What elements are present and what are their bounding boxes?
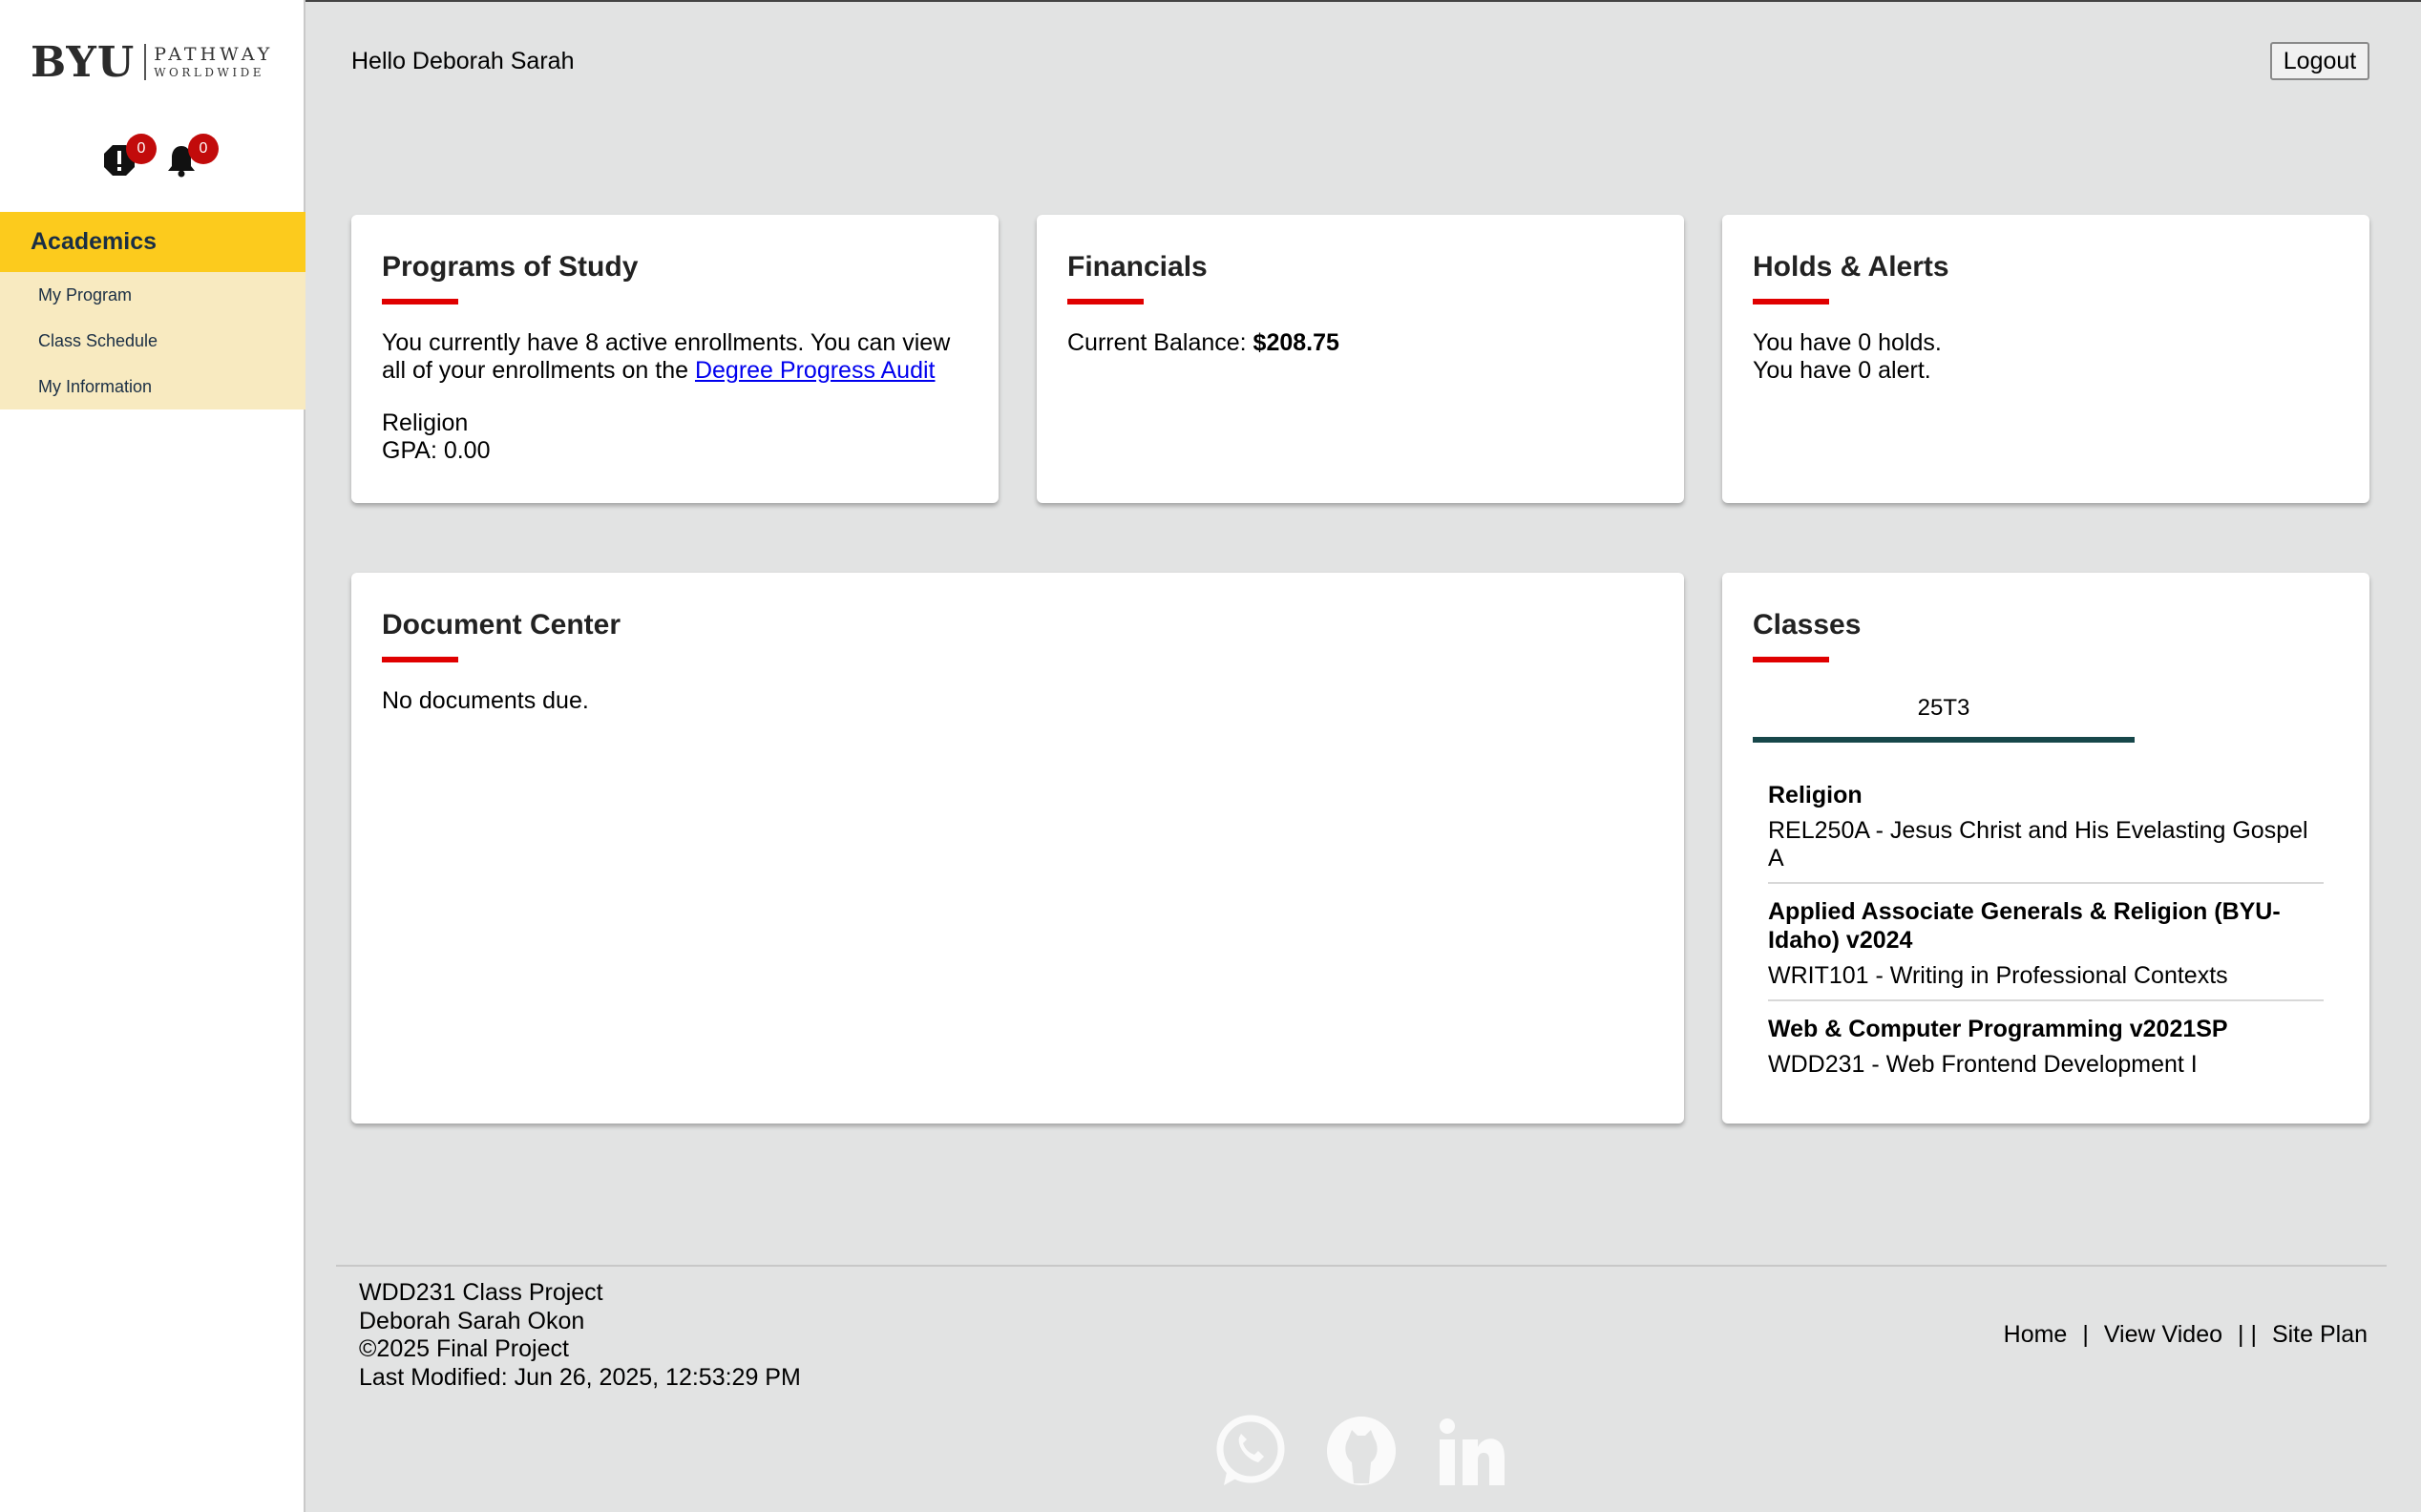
class-course: WDD231 - Web Frontend Development I <box>1768 1051 2198 1078</box>
nav-section-academics[interactable]: Academics <box>0 212 305 272</box>
academics-nav: My Program Class Schedule My Information <box>0 272 305 410</box>
footer-divider <box>336 1265 2387 1267</box>
github-icon[interactable] <box>1323 1413 1400 1494</box>
byu-pathway-logo[interactable]: BYU PATHWAY WORLDWIDE <box>31 37 279 87</box>
logo-separator <box>144 44 147 80</box>
logout-button[interactable]: Logout <box>2270 42 2369 80</box>
footer-nav: Home | View Video | | Site Plan <box>2004 1321 2368 1349</box>
balance-value: $208.75 <box>1253 329 1339 356</box>
term-tab[interactable]: 25T3 <box>1753 687 2135 743</box>
footer-link-view-video[interactable]: View Video <box>2104 1321 2222 1349</box>
title-underline <box>382 299 458 304</box>
footer-last-modified: Last Modified: Jun 26, 2025, 12:53:29 PM <box>359 1363 801 1391</box>
class-program: Religion <box>1768 782 1863 808</box>
documents-title: Document Center <box>382 609 621 640</box>
holds-count-badge: 0 <box>126 134 157 164</box>
holds-title: Holds & Alerts <box>1753 251 1949 283</box>
classes-title: Classes <box>1753 609 1862 640</box>
footer-separator: | <box>2082 1321 2089 1348</box>
class-item: Religion REL250A - Jesus Christ and His … <box>1768 781 2324 884</box>
class-item: Web & Computer Programming v2021SP WDD23… <box>1768 1015 2324 1088</box>
logo-line-1: PATHWAY <box>154 44 274 65</box>
footer-link-home[interactable]: Home <box>2004 1321 2068 1349</box>
class-course: REL250A - Jesus Christ and His Evelastin… <box>1768 817 2308 872</box>
footer-info: WDD231 Class Project Deborah Sarah Okon … <box>359 1279 801 1392</box>
greeting: Hello Deborah Sarah <box>351 48 575 74</box>
top-border <box>0 0 2421 2</box>
class-item: Applied Associate Generals & Religion (B… <box>1768 897 2324 1001</box>
footer-author: Deborah Sarah Okon <box>359 1307 585 1334</box>
nav-item-my-program[interactable]: My Program <box>0 272 305 318</box>
logo-text: PATHWAY WORLDWIDE <box>154 44 274 79</box>
logo-line-2: WORLDWIDE <box>154 66 264 79</box>
sidebar: BYU PATHWAY WORLDWIDE 0 0 Academics My P… <box>0 0 305 1512</box>
class-program: Applied Associate Generals & Religion (B… <box>1768 898 2281 954</box>
programs-card: Programs of Study You currently have 8 a… <box>351 215 999 503</box>
programs-title: Programs of Study <box>382 251 639 283</box>
nav-item-my-information[interactable]: My Information <box>0 364 305 410</box>
footer-separator: | | <box>2238 1321 2257 1348</box>
footer-project: WDD231 Class Project <box>359 1279 603 1306</box>
alerts-text: You have 0 alert. <box>1753 357 1931 384</box>
title-underline <box>1753 299 1829 304</box>
nav-item-class-schedule[interactable]: Class Schedule <box>0 318 305 364</box>
program-gpa: GPA: 0.00 <box>382 437 491 464</box>
classes-card: Classes 25T3 Religion REL250A - Jesus Ch… <box>1722 573 2369 1124</box>
financials-title: Financials <box>1067 251 1208 283</box>
term-tab-indicator <box>1753 737 2135 743</box>
social-links <box>1212 1413 1510 1494</box>
enrollments-text: You currently have 8 active enrollments.… <box>382 329 968 385</box>
title-underline <box>1067 299 1144 304</box>
footer-link-site-plan[interactable]: Site Plan <box>2272 1321 2368 1349</box>
logo-brand: BYU <box>31 37 136 87</box>
documents-message: No documents due. <box>382 687 589 714</box>
alerts-count-badge: 0 <box>188 134 219 164</box>
alerts-notification[interactable]: 0 <box>164 134 219 181</box>
term-tab-label: 25T3 <box>1917 695 1970 721</box>
financials-card: Financials Current Balance: $208.75 <box>1037 215 1684 503</box>
footer-copyright: ©2025 Final Project <box>359 1335 569 1362</box>
title-underline <box>382 657 458 662</box>
holds-alerts-card: Holds & Alerts You have 0 holds. You hav… <box>1722 215 2369 503</box>
current-balance: Current Balance: $208.75 <box>1067 329 1653 357</box>
class-course: WRIT101 - Writing in Professional Contex… <box>1768 962 2228 989</box>
title-underline <box>1753 657 1829 662</box>
program-name: Religion <box>382 410 469 436</box>
document-center-card: Document Center No documents due. <box>351 573 1684 1124</box>
degree-progress-audit-link[interactable]: Degree Progress Audit <box>695 357 936 384</box>
whatsapp-icon[interactable] <box>1212 1413 1289 1494</box>
linkedin-icon[interactable] <box>1434 1413 1510 1494</box>
holds-notification[interactable]: 0 <box>102 134 157 181</box>
class-list: Religion REL250A - Jesus Christ and His … <box>1753 781 2339 1088</box>
class-program: Web & Computer Programming v2021SP <box>1768 1016 2228 1042</box>
holds-text: You have 0 holds. <box>1753 329 1942 356</box>
balance-label: Current Balance: <box>1067 329 1253 356</box>
